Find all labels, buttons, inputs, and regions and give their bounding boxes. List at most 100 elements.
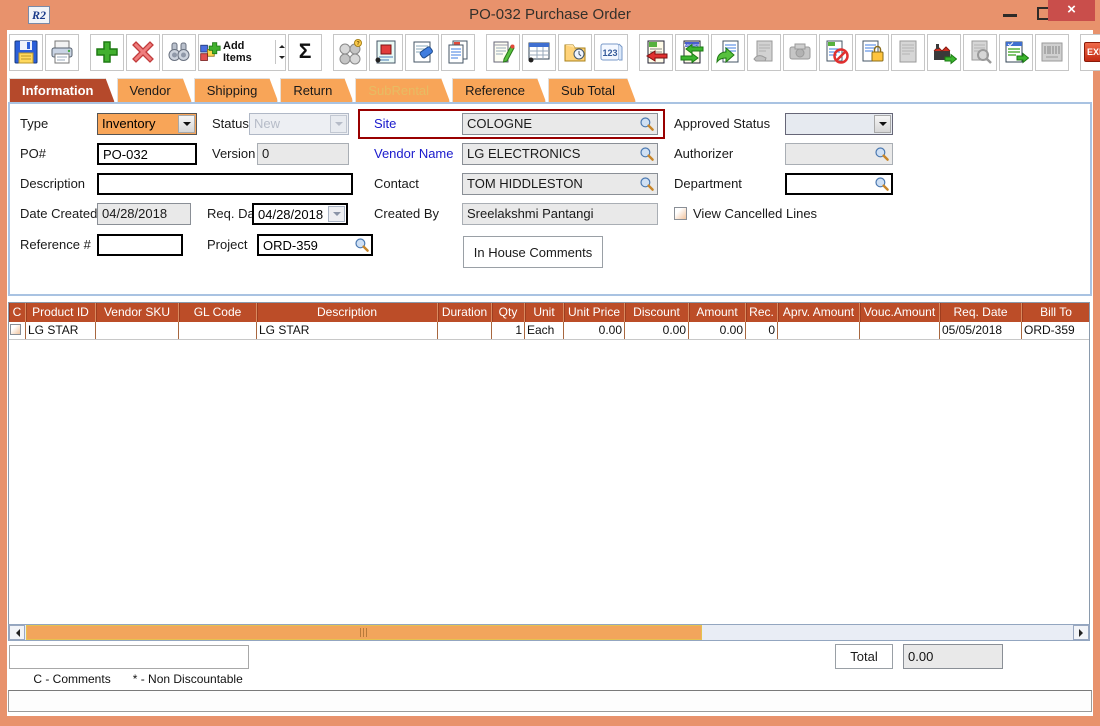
grid-cell[interactable] <box>438 322 492 339</box>
table-grid-icon <box>526 39 552 65</box>
created-by-label: Created By <box>374 203 439 225</box>
contact-input[interactable]: TOM HIDDLESTON <box>462 173 658 195</box>
grid-cell[interactable]: 0.00 <box>564 322 625 339</box>
grid-header-product-id[interactable]: Product ID <box>26 303 96 322</box>
scrollbar-thumb[interactable] <box>26 625 702 640</box>
grid-header-description[interactable]: Description <box>257 303 438 322</box>
grid-cell[interactable]: LG STAR <box>26 322 96 339</box>
grid-header-gl-code[interactable]: GL Code <box>179 303 257 322</box>
grid-cell[interactable] <box>860 322 940 339</box>
type-combobox[interactable]: Inventory <box>97 113 197 135</box>
approved-status-combobox[interactable] <box>785 113 893 135</box>
grid-header-aprv-amount[interactable]: Aprv. Amount <box>778 303 860 322</box>
grid-cell[interactable] <box>179 322 257 339</box>
save-button[interactable] <box>9 34 43 71</box>
exchange-invoice-button[interactable]: INVOICE <box>675 34 709 71</box>
grid-header-duration[interactable]: Duration <box>438 303 492 322</box>
history-button[interactable] <box>558 34 592 71</box>
department-search-icon[interactable] <box>874 176 890 192</box>
req-date-dropdown-arrow-icon[interactable] <box>328 206 345 222</box>
sum-button[interactable]: Σ <box>288 34 322 71</box>
grid-cell[interactable]: LG STAR <box>257 322 438 339</box>
window-content: Add Items Σ ? 123 INVOICE EXIT ? Informa… <box>7 30 1093 716</box>
grid-header-req-date[interactable]: Req. Date <box>940 303 1022 322</box>
po-number-input[interactable]: PO-032 <box>97 143 197 165</box>
capture-disabled-button <box>783 34 817 71</box>
req-date-input[interactable]: 04/28/2018 <box>252 203 348 225</box>
in-house-comments-button[interactable]: In House Comments <box>463 236 603 268</box>
authorizer-search-icon[interactable] <box>874 146 890 162</box>
notes-button[interactable] <box>486 34 520 71</box>
tab-vendor[interactable]: Vendor <box>117 78 192 102</box>
approved-status-dropdown-arrow-icon[interactable] <box>874 115 891 133</box>
view-cancelled-checkbox[interactable] <box>674 207 687 220</box>
grid-cell[interactable]: 05/05/2018 <box>940 322 1022 339</box>
exit-button[interactable]: EXIT <box>1080 34 1100 71</box>
grid-cell[interactable] <box>778 322 860 339</box>
tab-return[interactable]: Return <box>280 78 353 102</box>
description-input[interactable] <box>97 173 353 195</box>
row-comment-checkbox[interactable] <box>10 324 21 335</box>
grid-header-discount[interactable]: Discount <box>625 303 689 322</box>
grid-header-unit[interactable]: Unit <box>525 303 564 322</box>
project-search-icon[interactable] <box>354 237 370 253</box>
vendor-name-input[interactable]: LG ELECTRONICS <box>462 143 658 165</box>
vendor-search-icon[interactable] <box>639 146 655 162</box>
minimize-button[interactable] <box>994 0 1028 26</box>
find-button[interactable] <box>162 34 196 71</box>
print-button[interactable] <box>45 34 79 71</box>
scroll-right-button[interactable] <box>1073 625 1089 640</box>
approve-document-button[interactable] <box>999 34 1033 71</box>
lock-document-button[interactable] <box>855 34 889 71</box>
grid-header-rec[interactable]: Rec. <box>746 303 778 322</box>
department-input[interactable] <box>785 173 893 195</box>
inspect-disabled-button <box>963 34 997 71</box>
grid-header-vouc-amount[interactable]: Vouc.Amount <box>860 303 940 322</box>
grid-header-unit-price[interactable]: Unit Price <box>564 303 625 322</box>
grid-cell[interactable]: 0 <box>746 322 778 339</box>
reference-input[interactable] <box>97 234 183 256</box>
export-document-button[interactable] <box>711 34 745 71</box>
grid-header-c[interactable]: C <box>9 303 26 322</box>
grid-cell[interactable] <box>9 322 26 339</box>
total-button[interactable]: Total <box>835 644 893 669</box>
product-document-button[interactable] <box>369 34 403 71</box>
copy-documents-button[interactable] <box>441 34 475 71</box>
clear-document-button[interactable] <box>405 34 439 71</box>
add-button[interactable] <box>90 34 124 71</box>
grid-cell[interactable]: ORD-359 <box>1022 322 1090 339</box>
site-input[interactable]: COLOGNE <box>462 113 658 135</box>
numbers-button[interactable]: 123 <box>594 34 628 71</box>
delete-button[interactable] <box>126 34 160 71</box>
grid-cell[interactable] <box>96 322 179 339</box>
site-search-icon[interactable] <box>639 116 655 132</box>
close-button[interactable]: × <box>1048 0 1095 21</box>
information-panel: Type Inventory Status New Site COLOGNE A… <box>8 102 1092 296</box>
parts-lookup-button[interactable]: ? <box>333 34 367 71</box>
table-row[interactable]: LG STARLG STAR1Each0.000.000.00005/05/20… <box>9 322 1089 340</box>
grid-view-button[interactable] <box>522 34 556 71</box>
grid-header-amount[interactable]: Amount <box>689 303 746 322</box>
horizontal-scrollbar[interactable] <box>8 624 1090 641</box>
grid-header-vendor-sku[interactable]: Vendor SKU <box>96 303 179 322</box>
tab-subtotal[interactable]: Sub Total <box>548 78 636 102</box>
project-input[interactable]: ORD-359 <box>257 234 373 256</box>
grid-cell[interactable]: 0.00 <box>689 322 746 339</box>
grid-cell[interactable]: Each <box>525 322 564 339</box>
grid-header-bill-to[interactable]: Bill To <box>1022 303 1090 322</box>
version-label: Version <box>212 143 255 165</box>
grid-cell[interactable]: 1 <box>492 322 525 339</box>
add-items-spinner-icon[interactable] <box>275 40 285 64</box>
tab-information[interactable]: Information <box>9 78 115 102</box>
scroll-left-button[interactable] <box>9 625 25 640</box>
grid-header-qty[interactable]: Qty <box>492 303 525 322</box>
grid-cell[interactable]: 0.00 <box>625 322 689 339</box>
add-items-button[interactable]: Add Items <box>198 34 286 71</box>
cancel-document-button[interactable] <box>819 34 853 71</box>
contact-search-icon[interactable] <box>639 176 655 192</box>
tab-shipping[interactable]: Shipping <box>194 78 279 102</box>
receive-invoice-button[interactable] <box>639 34 673 71</box>
type-dropdown-arrow-icon[interactable] <box>178 115 195 133</box>
tab-reference[interactable]: Reference <box>452 78 546 102</box>
manufacture-button[interactable] <box>927 34 961 71</box>
